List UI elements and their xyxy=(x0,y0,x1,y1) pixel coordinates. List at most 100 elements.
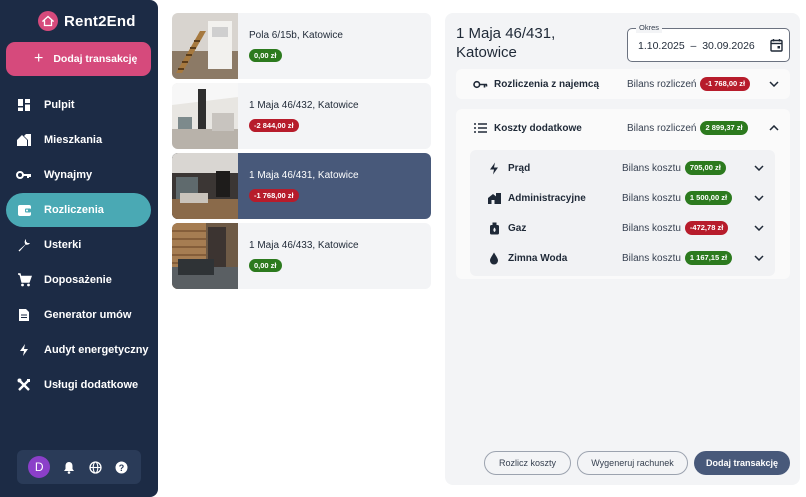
tools-icon xyxy=(16,377,32,393)
sidebar-item-pulpit[interactable]: Pulpit xyxy=(6,88,151,122)
cost-item-gas[interactable]: Gaz Bilans kosztu -472,78 zł xyxy=(470,213,775,243)
chevron-up-icon[interactable] xyxy=(768,122,780,134)
balance-label: Bilans rozliczeń xyxy=(627,122,697,134)
cost-item-administrative[interactable]: Administracyjne Bilans kosztu 1 500,00 z… xyxy=(470,183,775,213)
add-transaction-button[interactable]: + Dodaj transakcję xyxy=(6,42,151,76)
property-balance-badge: -2 844,00 zł xyxy=(249,118,299,132)
sidebar-item-rozliczenia[interactable]: Rozliczenia xyxy=(6,193,151,227)
sidebar-item-label: Usługi dodatkowe xyxy=(44,379,139,391)
sidebar-item-label: Generator umów xyxy=(44,309,132,321)
property-thumbnail xyxy=(172,153,238,219)
tenant-balance-badge: -1 768,00 zł xyxy=(700,77,751,91)
building-icon xyxy=(486,190,502,206)
page-title: 1 Maja 46/431, Katowice xyxy=(456,25,556,61)
balance-label: Bilans kosztu xyxy=(622,162,681,174)
balance-label: Bilans kosztu xyxy=(622,192,681,204)
costs-balance-badge: 2 899,37 zł xyxy=(700,121,748,135)
home-icon xyxy=(16,132,32,148)
sidebar-item-label: Usterki xyxy=(44,239,82,251)
help-icon[interactable]: ? xyxy=(114,459,130,475)
cart-icon xyxy=(16,272,32,288)
property-thumbnail xyxy=(172,83,238,149)
cost-balance-badge: 1 500,00 zł xyxy=(684,191,733,205)
property-card[interactable]: 1 Maja 46/433, Katowice 0,00 zł xyxy=(172,223,431,289)
sidebar-item-label: Pulpit xyxy=(44,99,75,111)
sidebar-item-uslugi-dodatkowe[interactable]: Usługi dodatkowe xyxy=(6,368,151,402)
chevron-down-icon[interactable] xyxy=(768,78,780,90)
settlement-detail-panel: 1 Maja 46/431, Katowice Okres 1.10.2025 … xyxy=(445,13,800,485)
cost-item-title: Zimna Woda xyxy=(508,252,568,264)
sidebar-item-generator-umow[interactable]: Generator umów xyxy=(6,298,151,332)
key-icon xyxy=(472,76,488,92)
chevron-down-icon[interactable] xyxy=(753,222,765,234)
add-transaction-label: Dodaj transakcję xyxy=(53,53,138,65)
water-drop-icon xyxy=(486,250,502,266)
key-icon xyxy=(16,167,32,183)
chevron-down-icon[interactable] xyxy=(753,162,765,174)
sidebar-item-wynajmy[interactable]: Wynajmy xyxy=(6,158,151,192)
cost-balance-badge: -472,78 zł xyxy=(684,221,729,235)
cost-item-title: Gaz xyxy=(508,222,527,234)
house-logo-icon xyxy=(38,11,58,31)
sidebar-item-label: Audyt energetyczny xyxy=(44,344,149,356)
cost-item-cold-water[interactable]: Zimna Woda Bilans kosztu 1 167,15 zł xyxy=(470,243,775,273)
additional-costs-title: Koszty dodatkowe xyxy=(494,122,582,134)
property-thumbnail xyxy=(172,223,238,289)
property-address: 1 Maja 46/433, Katowice xyxy=(249,239,359,251)
property-address: 1 Maja 46/431, Katowice xyxy=(249,169,359,181)
app-logo[interactable]: Rent2End xyxy=(38,10,136,32)
sidebar-item-mieszkania[interactable]: Mieszkania xyxy=(6,123,151,157)
cost-balance-badge: 705,00 zł xyxy=(684,161,726,175)
sidebar-item-doposazenie[interactable]: Doposażenie xyxy=(6,263,151,297)
calendar-icon[interactable] xyxy=(770,38,783,57)
globe-icon[interactable] xyxy=(87,459,103,475)
tenant-settlement-section[interactable]: Rozliczenia z najemcą Bilans rozliczeń -… xyxy=(456,69,790,99)
app-name: Rent2End xyxy=(64,12,136,30)
bell-icon[interactable] xyxy=(61,459,77,475)
sidebar-item-label: Mieszkania xyxy=(44,134,103,146)
property-balance-badge: 0,00 zł xyxy=(249,258,282,272)
property-address: Pola 6/15b, Katowice xyxy=(249,29,343,41)
add-transaction-button[interactable]: Dodaj transakcję xyxy=(694,451,790,475)
gas-cylinder-icon xyxy=(486,220,502,236)
cost-balance-badge: 1 167,15 zł xyxy=(684,251,733,265)
property-card[interactable]: 1 Maja 46/432, Katowice -2 844,00 zł xyxy=(172,83,431,149)
sidebar-item-label: Rozliczenia xyxy=(44,204,104,216)
additional-costs-section: Koszty dodatkowe Bilans rozliczeń 2 899,… xyxy=(456,109,790,279)
property-card[interactable]: Pola 6/15b, Katowice 0,00 zł xyxy=(172,13,431,79)
avatar[interactable]: D xyxy=(28,456,51,478)
plus-icon: + xyxy=(34,50,44,67)
property-list: Pola 6/15b, Katowice 0,00 zł 1 Maja 46/4… xyxy=(172,13,431,293)
period-label: Okres xyxy=(636,23,663,33)
wrench-icon xyxy=(16,237,32,253)
sidebar-item-audyt-energetyczny[interactable]: Audyt energetyczny xyxy=(6,333,151,367)
period-field[interactable]: Okres 1.10.2025 – 30.09.2026 xyxy=(627,23,790,62)
action-buttons: Rozlicz koszty Wygeneruj rachunek Dodaj … xyxy=(484,451,790,475)
cost-item-electricity[interactable]: Prąd Bilans kosztu 705,00 zł xyxy=(470,153,775,183)
chevron-down-icon[interactable] xyxy=(753,192,765,204)
period-value: 1.10.2025 – 30.09.2026 xyxy=(638,40,755,52)
chevron-down-icon[interactable] xyxy=(753,252,765,264)
cost-item-title: Administracyjne xyxy=(508,192,586,204)
sidebar-item-usterki[interactable]: Usterki xyxy=(6,228,151,262)
bolt-icon xyxy=(16,342,32,358)
additional-costs-header[interactable]: Koszty dodatkowe Bilans rozliczeń 2 899,… xyxy=(456,113,790,143)
svg-text:?: ? xyxy=(119,463,125,473)
property-address: 1 Maja 46/432, Katowice xyxy=(249,99,359,111)
property-card-selected[interactable]: 1 Maja 46/431, Katowice -1 768,00 zł xyxy=(172,153,431,219)
balance-label: Bilans kosztu xyxy=(622,222,681,234)
list-icon xyxy=(472,120,488,136)
settle-costs-button[interactable]: Rozlicz koszty xyxy=(484,451,571,475)
sidebar-bottom-bar: D ? xyxy=(17,450,141,484)
sidebar: Rent2End + Dodaj transakcję Pulpit Miesz… xyxy=(0,0,158,497)
balance-label: Bilans kosztu xyxy=(622,252,681,264)
cost-item-title: Prąd xyxy=(508,162,531,174)
tenant-settlement-header[interactable]: Rozliczenia z najemcą Bilans rozliczeń -… xyxy=(456,69,790,99)
bolt-icon xyxy=(486,160,502,176)
wallet-icon xyxy=(16,202,32,218)
document-icon xyxy=(16,307,32,323)
sidebar-item-label: Doposażenie xyxy=(44,274,112,286)
dashboard-icon xyxy=(16,97,32,113)
generate-invoice-button[interactable]: Wygeneruj rachunek xyxy=(577,451,688,475)
cost-items-list: Prąd Bilans kosztu 705,00 zł Administrac… xyxy=(470,150,775,276)
